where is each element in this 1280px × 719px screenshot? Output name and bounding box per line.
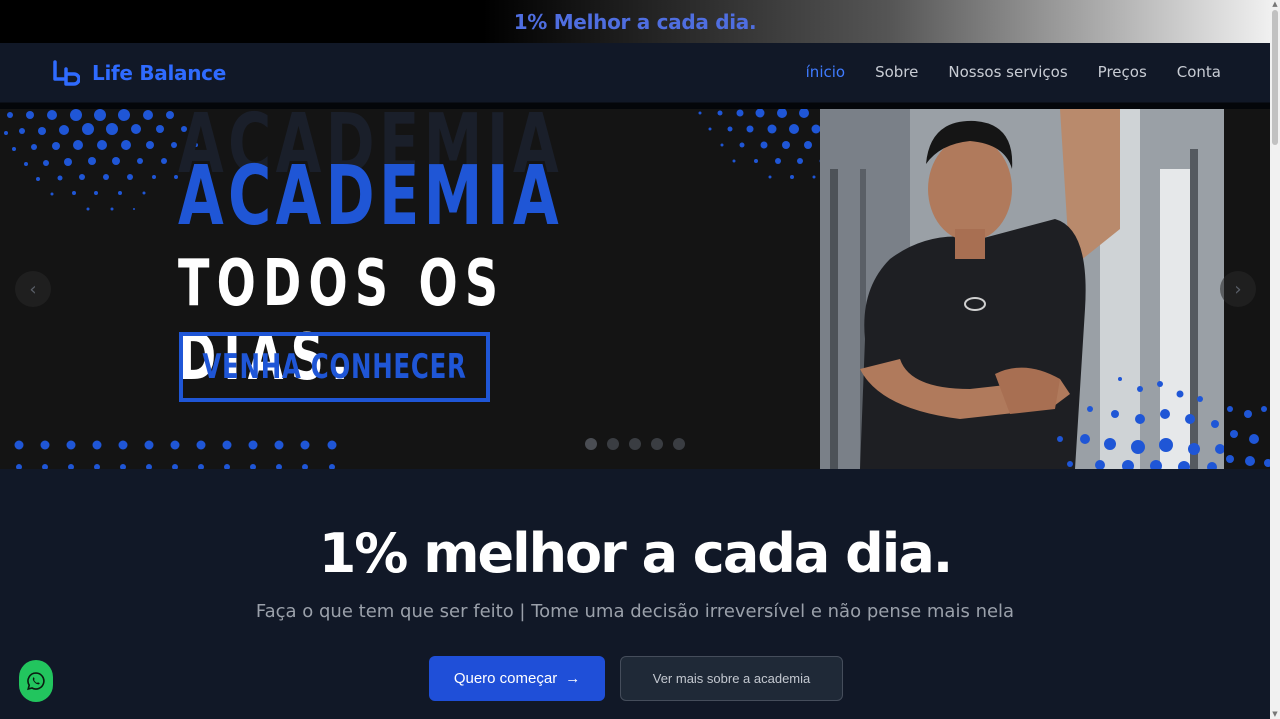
nav-item-sobre[interactable]: Sobre: [875, 63, 918, 81]
slide-cta-box[interactable]: VENHA CONHECER: [179, 332, 490, 402]
carousel-indicator[interactable]: [585, 438, 597, 450]
nav-item-precos[interactable]: Preços: [1098, 63, 1147, 81]
whatsapp-button[interactable]: [19, 660, 53, 702]
lb-logo-icon: [53, 60, 80, 86]
scroll-up-icon[interactable]: ▲: [1271, 0, 1279, 8]
headline-academia: ACADEMIA: [178, 149, 564, 244]
chevron-right-icon: ›: [1234, 278, 1242, 300]
hero-title: 1% melhor a cada dia.: [318, 522, 954, 585]
carousel-indicators: [585, 438, 685, 450]
slide-photo: [820, 109, 1224, 469]
carousel-next-button[interactable]: ›: [1220, 271, 1256, 307]
arrow-right-icon: →: [565, 670, 581, 687]
athlete-photo: [820, 109, 1224, 469]
hero-carousel: ACADEMIA ACADEMIA TODOS OS DIAS. VENHA C…: [0, 109, 1270, 469]
carousel-indicator[interactable]: [673, 438, 685, 450]
start-button-label: Quero começar: [453, 670, 558, 687]
scrollbar-thumb[interactable]: [1272, 10, 1278, 145]
slide-banner: ACADEMIA ACADEMIA TODOS OS DIAS. VENHA C…: [0, 109, 892, 469]
carousel-prev-button[interactable]: ‹: [15, 271, 51, 307]
start-button[interactable]: Quero começar →: [429, 656, 605, 701]
dot-pattern-bottom: [14, 440, 337, 469]
brand-link[interactable]: Life Balance: [52, 59, 226, 87]
whatsapp-icon: [27, 672, 45, 691]
carousel-indicator[interactable]: [629, 438, 641, 450]
nav-item-inicio[interactable]: ínicio: [806, 63, 845, 81]
main-nav: ínicio Sobre Nossos serviços Preços Cont…: [806, 63, 1221, 81]
hero-subtitle: Faça o que tem que ser feito | Tome uma …: [255, 601, 1015, 622]
nav-item-conta[interactable]: Conta: [1177, 63, 1221, 81]
learn-more-label: Ver mais sobre a academia: [652, 671, 811, 686]
carousel-indicator[interactable]: [607, 438, 619, 450]
announcement-bar: 1% Melhor a cada dia.: [0, 0, 1270, 43]
scroll-down-icon[interactable]: ▼: [1271, 710, 1279, 718]
brand-name: Life Balance: [92, 61, 226, 85]
nav-item-servicos[interactable]: Nossos serviços: [948, 63, 1067, 81]
learn-more-button[interactable]: Ver mais sobre a academia: [620, 656, 843, 701]
carousel-indicator[interactable]: [651, 438, 663, 450]
navbar: Life Balance ínicio Sobre Nossos serviço…: [0, 43, 1270, 103]
announcement-text: 1% Melhor a cada dia.: [513, 9, 757, 34]
slide-cta-label: VENHA CONHECER: [202, 347, 467, 387]
chevron-left-icon: ‹: [29, 278, 37, 300]
